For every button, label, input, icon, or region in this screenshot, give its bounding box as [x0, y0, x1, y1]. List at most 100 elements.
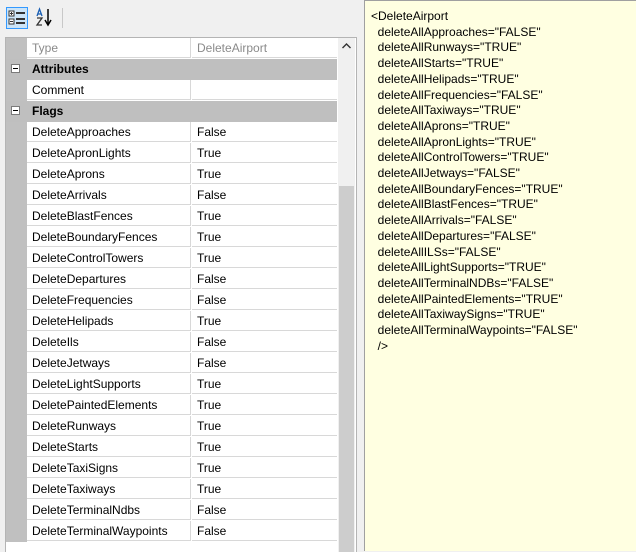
property-row[interactable]: DeleteIls False: [6, 332, 337, 353]
property-value[interactable]: False: [192, 521, 337, 541]
row-gutter: [6, 206, 27, 227]
property-row[interactable]: DeleteDepartures False: [6, 269, 337, 290]
property-row[interactable]: DeleteBoundaryFences True: [6, 227, 337, 248]
property-value[interactable]: True: [192, 479, 337, 499]
property-name: DeleteBlastFences: [27, 206, 191, 226]
xml-line: deleteAllTerminalNDBs="FALSE": [371, 275, 554, 290]
property-row[interactable]: Comment: [6, 80, 337, 101]
property-value[interactable]: False: [192, 353, 337, 373]
row-gutter: [6, 437, 27, 458]
collapse-icon[interactable]: [11, 64, 20, 73]
property-value[interactable]: True: [192, 395, 337, 415]
property-row[interactable]: DeleteTerminalNdbs False: [6, 500, 337, 521]
row-gutter: [6, 374, 27, 395]
property-value[interactable]: True: [192, 227, 337, 247]
property-row[interactable]: DeletePaintedElements True: [6, 395, 337, 416]
row-gutter: [6, 269, 27, 290]
property-value[interactable]: False: [192, 290, 337, 310]
xml-line: />: [371, 338, 389, 353]
property-row[interactable]: DeleteApproaches False: [6, 122, 337, 143]
property-value[interactable]: False: [192, 122, 337, 142]
property-row[interactable]: DeleteApronLights True: [6, 143, 337, 164]
category-row-flags[interactable]: Flags: [6, 101, 337, 122]
property-grid-panel: Type DeleteAirport Attributes Comment Flag…: [0, 0, 360, 552]
property-row[interactable]: DeleteTaxiSigns True: [6, 458, 337, 479]
property-name: DeleteTerminalNdbs: [27, 500, 191, 520]
property-row[interactable]: DeleteStarts True: [6, 437, 337, 458]
xml-line: <DeleteAirport: [371, 9, 449, 23]
property-value[interactable]: [192, 80, 337, 100]
row-gutter: [6, 38, 27, 59]
property-row[interactable]: DeleteControlTowers True: [6, 248, 337, 269]
property-value[interactable]: False: [192, 269, 337, 289]
grid-header-row: Type DeleteAirport: [6, 38, 337, 59]
property-value[interactable]: True: [192, 206, 337, 226]
xml-preview-panel[interactable]: <DeleteAirport deleteAllApproaches="FALS…: [364, 0, 636, 551]
xml-line: deleteAllHelipads="TRUE": [371, 71, 519, 86]
row-gutter: [6, 164, 27, 185]
property-value[interactable]: True: [192, 458, 337, 478]
xml-line: deleteAllBoundaryFences="TRUE": [371, 181, 563, 196]
chevron-up-icon: [342, 43, 351, 49]
row-gutter: [6, 185, 27, 206]
property-name: DeleteTerminalWaypoints: [27, 521, 191, 541]
xml-line: deleteAllControlTowers="TRUE": [371, 150, 549, 165]
categorized-view-button[interactable]: [6, 7, 28, 29]
property-name: DeleteHelipads: [27, 311, 191, 331]
row-gutter: [6, 500, 27, 521]
property-name: DeleteTaxiways: [27, 479, 191, 499]
header-type-value: DeleteAirport: [192, 38, 337, 58]
property-row[interactable]: DeleteJetways False: [6, 353, 337, 374]
property-value[interactable]: True: [192, 248, 337, 268]
xml-line: deleteAllTerminalWaypoints="FALSE": [371, 323, 578, 337]
property-name: DeleteTaxiSigns: [27, 458, 191, 478]
property-row[interactable]: DeleteBlastFences True: [6, 206, 337, 227]
xml-line: deleteAllJetways="FALSE": [371, 166, 520, 180]
property-row[interactable]: DeleteLightSupports True: [6, 374, 337, 395]
property-name: Comment: [27, 80, 191, 100]
property-name: DeleteFrequencies: [27, 290, 191, 310]
row-gutter: [6, 458, 27, 479]
xml-line: deleteAllILSs="FALSE": [371, 244, 501, 259]
category-title: Flags: [27, 101, 337, 121]
property-value[interactable]: True: [192, 164, 337, 184]
property-row[interactable]: DeleteHelipads True: [6, 311, 337, 332]
xml-line: deleteAllTaxiways="TRUE": [371, 103, 521, 118]
property-name: DeleteApproaches: [27, 122, 191, 142]
property-value[interactable]: False: [192, 332, 337, 352]
scroll-up-button[interactable]: [338, 38, 355, 55]
property-value[interactable]: False: [192, 500, 337, 520]
row-gutter: [6, 479, 27, 500]
property-grid-toolbar: [0, 0, 360, 36]
property-row[interactable]: DeleteAprons True: [6, 164, 337, 185]
property-value[interactable]: True: [192, 311, 337, 331]
property-row[interactable]: DeleteFrequencies False: [6, 290, 337, 311]
property-value[interactable]: True: [192, 437, 337, 457]
row-gutter: [6, 143, 27, 164]
xml-line: deleteAllStarts="TRUE": [371, 56, 504, 71]
xml-line: deleteAllPaintedElements="TRUE": [371, 291, 563, 306]
property-value[interactable]: True: [192, 416, 337, 436]
category-row-attributes[interactable]: Attributes: [6, 59, 337, 80]
property-value[interactable]: False: [192, 185, 337, 205]
row-gutter: [6, 290, 27, 311]
property-row[interactable]: DeleteRunways True: [6, 416, 337, 437]
header-type-label: Type: [27, 38, 191, 58]
scroll-thumb[interactable]: [339, 186, 354, 552]
property-row[interactable]: DeleteArrivals False: [6, 185, 337, 206]
xml-line: deleteAllRunways="TRUE": [371, 40, 522, 55]
property-value[interactable]: True: [192, 374, 337, 394]
collapse-icon[interactable]: [11, 106, 20, 115]
grid-scrollbar[interactable]: [338, 38, 355, 552]
row-gutter: [6, 311, 27, 332]
property-value[interactable]: True: [192, 143, 337, 163]
row-gutter: [6, 395, 27, 416]
property-name: DeleteAprons: [27, 164, 191, 184]
xml-line: deleteAllDepartures="FALSE": [371, 228, 536, 243]
alphabetical-sort-button[interactable]: [34, 7, 56, 29]
xml-line: deleteAllApronLights="TRUE": [371, 134, 536, 149]
xml-line: deleteAllLightSupports="TRUE": [371, 260, 546, 275]
property-row[interactable]: DeleteTerminalWaypoints False: [6, 521, 337, 542]
property-row[interactable]: DeleteTaxiways True: [6, 479, 337, 500]
xml-line: deleteAllAprons="TRUE": [371, 118, 510, 133]
